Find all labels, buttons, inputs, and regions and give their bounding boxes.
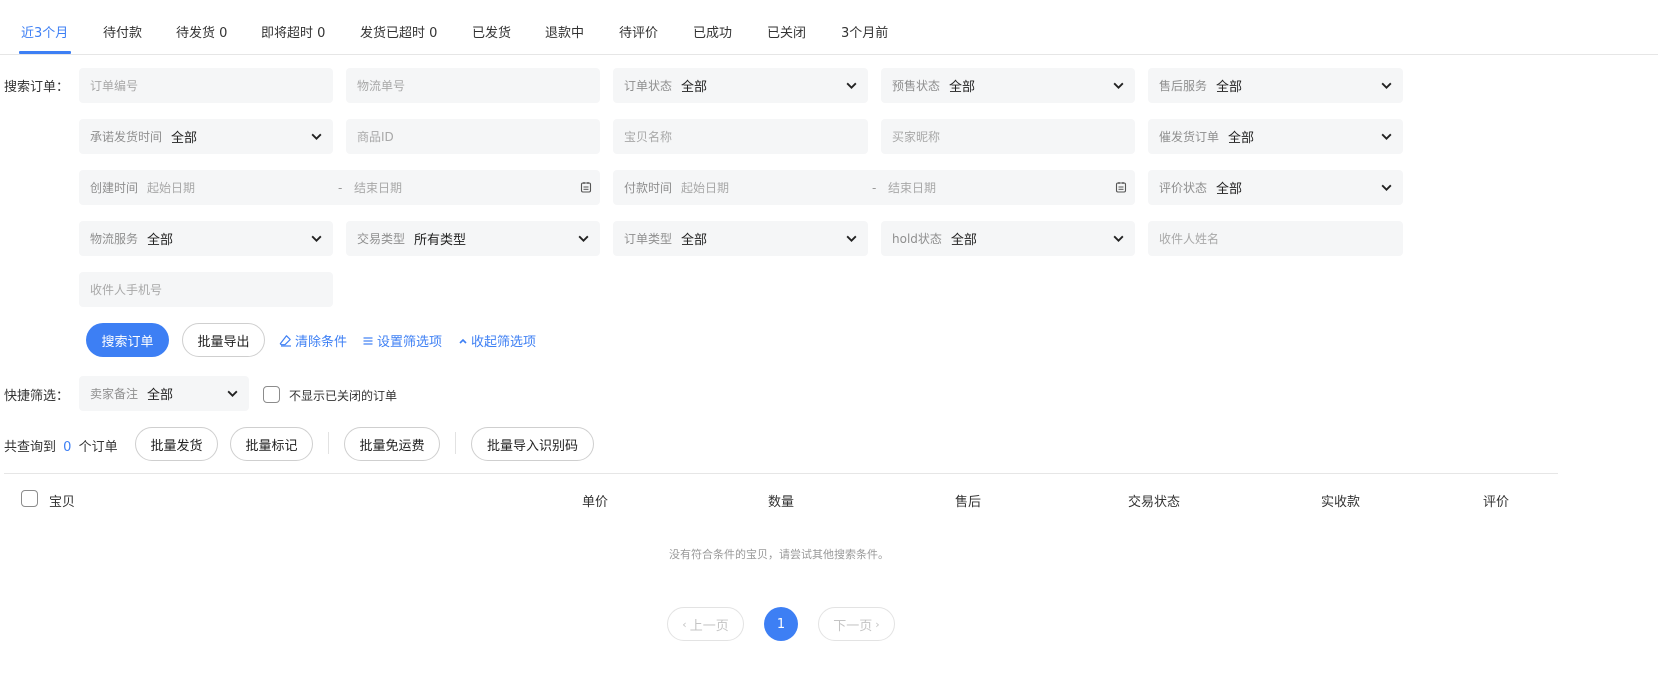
- tab-pending-review[interactable]: 待评价: [619, 22, 658, 41]
- order-status-tabs: 近3个月 待付款 待发货 0 即将超时 0 发货已超时 0 已发货 退款中 待评…: [0, 0, 1658, 55]
- hold-status-select[interactable]: hold状态 全部: [881, 221, 1135, 256]
- chevron-down-icon: [227, 390, 238, 397]
- presale-status-select[interactable]: 预售状态 全部: [881, 68, 1135, 103]
- chevron-down-icon: [1113, 82, 1124, 89]
- order-status-select[interactable]: 订单状态 全部: [613, 68, 868, 103]
- prev-page-button[interactable]: ‹ 上一页: [667, 607, 744, 641]
- end-date-input[interactable]: 结束日期: [888, 179, 936, 196]
- hide-closed-orders-checkbox[interactable]: [263, 386, 280, 403]
- active-tab-indicator: [19, 51, 71, 54]
- bulk-import-code-button[interactable]: 批量导入识别码: [471, 427, 594, 461]
- column-header-trade-status: 交易状态: [1128, 495, 1181, 510]
- filter-settings-link[interactable]: 设置筛选项: [362, 331, 442, 350]
- tab-shipped[interactable]: 已发货: [472, 22, 511, 41]
- chevron-down-icon: [578, 235, 589, 242]
- trade-type-select[interactable]: 交易类型 所有类型: [346, 221, 600, 256]
- chevron-down-icon: [846, 235, 857, 242]
- result-summary: 共查询到 0 个订单: [4, 440, 118, 455]
- after-sale-service-select[interactable]: 售后服务 全部: [1148, 68, 1403, 103]
- promised-ship-time-select[interactable]: 承诺发货时间 全部: [79, 119, 333, 154]
- logistics-number-input[interactable]: 物流单号: [346, 68, 600, 103]
- calendar-icon[interactable]: [580, 181, 592, 193]
- created-time-range[interactable]: 创建时间 起始日期 - 结束日期: [79, 170, 600, 205]
- divider: [328, 432, 329, 454]
- tab-closed[interactable]: 已关闭: [767, 22, 806, 41]
- result-count: 0: [63, 440, 72, 455]
- receiver-phone-input[interactable]: 收件人手机号: [79, 272, 333, 307]
- tab-about-to-timeout[interactable]: 即将超时 0: [261, 22, 325, 41]
- product-id-input[interactable]: 商品ID: [346, 119, 600, 154]
- calendar-icon[interactable]: [1115, 181, 1127, 193]
- column-header-review: 评价: [1483, 495, 1510, 510]
- search-orders-label: 搜索订单：: [4, 80, 70, 95]
- tab-shipment-timeout[interactable]: 发货已超时 0: [360, 22, 437, 41]
- search-orders-button[interactable]: 搜索订单: [86, 323, 169, 357]
- column-header-amount-received: 实收款: [1321, 495, 1361, 510]
- tab-recent-3-months[interactable]: 近3个月: [21, 22, 68, 41]
- next-page-button[interactable]: 下一页 ›: [818, 607, 895, 641]
- paid-time-range[interactable]: 付款时间 起始日期 - 结束日期: [613, 170, 1135, 205]
- tab-pending-shipment[interactable]: 待发货 0: [176, 22, 227, 41]
- eraser-icon: [279, 335, 291, 347]
- current-page-button[interactable]: 1: [764, 607, 798, 641]
- urge-ship-order-select[interactable]: 催发货订单 全部: [1148, 119, 1403, 154]
- bulk-ship-button[interactable]: 批量发货: [135, 427, 218, 461]
- select-all-checkbox[interactable]: [21, 490, 38, 507]
- column-header-unit-price: 单价: [582, 495, 609, 510]
- tab-succeeded[interactable]: 已成功: [693, 22, 732, 41]
- quick-filter-label: 快捷筛选：: [4, 389, 70, 404]
- table-divider: [4, 473, 1558, 474]
- tab-pending-payment[interactable]: 待付款: [103, 22, 142, 41]
- chevron-left-icon: ‹: [682, 617, 687, 631]
- review-status-select[interactable]: 评价状态 全部: [1148, 170, 1403, 205]
- seller-note-select[interactable]: 卖家备注 全部: [79, 376, 249, 411]
- clear-conditions-link[interactable]: 清除条件: [279, 331, 347, 350]
- column-header-after-sale: 售后: [955, 495, 982, 510]
- start-date-input[interactable]: 起始日期: [147, 179, 195, 196]
- list-icon: [363, 336, 373, 345]
- chevron-down-icon: [1381, 82, 1392, 89]
- chevron-down-icon: [1113, 235, 1124, 242]
- hide-closed-orders-label: 不显示已关闭的订单: [289, 389, 398, 403]
- chevron-down-icon: [846, 82, 857, 89]
- bulk-free-shipping-button[interactable]: 批量免运费: [344, 427, 440, 461]
- bulk-export-button[interactable]: 批量导出: [182, 323, 265, 357]
- buyer-nickname-input[interactable]: 买家昵称: [881, 119, 1135, 154]
- item-name-input[interactable]: 宝贝名称: [613, 119, 868, 154]
- chevron-up-icon: [459, 338, 467, 344]
- chevron-down-icon: [311, 133, 322, 140]
- chevron-down-icon: [311, 235, 322, 242]
- column-header-quantity: 数量: [768, 495, 795, 510]
- chevron-right-icon: ›: [875, 617, 880, 631]
- tab-refunding[interactable]: 退款中: [545, 22, 584, 41]
- start-date-input[interactable]: 起始日期: [681, 179, 729, 196]
- receiver-name-input[interactable]: 收件人姓名: [1148, 221, 1403, 256]
- column-header-item: 宝贝: [49, 495, 76, 510]
- chevron-down-icon: [1381, 133, 1392, 140]
- collapse-filters-link[interactable]: 收起筛选项: [458, 331, 536, 350]
- order-number-input[interactable]: 订单编号: [79, 68, 333, 103]
- bulk-mark-button[interactable]: 批量标记: [230, 427, 313, 461]
- tab-older-than-3-months[interactable]: 3个月前: [841, 22, 888, 41]
- logistics-service-select[interactable]: 物流服务 全部: [79, 221, 333, 256]
- chevron-down-icon: [1381, 184, 1392, 191]
- end-date-input[interactable]: 结束日期: [354, 179, 402, 196]
- divider: [455, 432, 456, 454]
- order-type-select[interactable]: 订单类型 全部: [613, 221, 868, 256]
- empty-state-message: 没有符合条件的宝贝，请尝试其他搜索条件。: [669, 548, 889, 561]
